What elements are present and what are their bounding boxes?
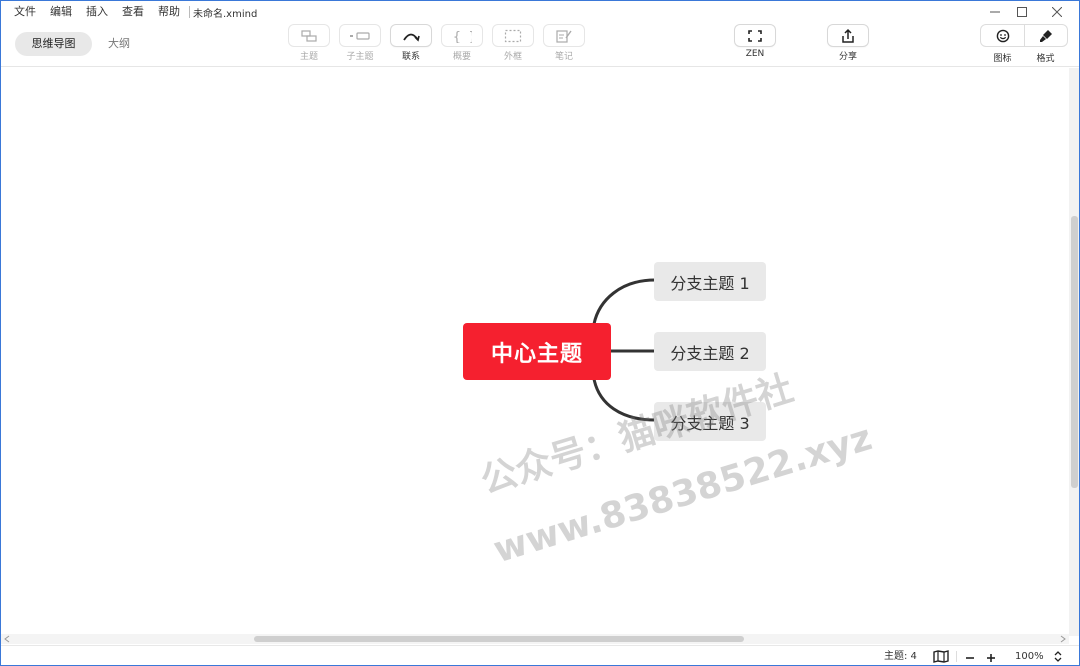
zoom-in-button[interactable] bbox=[985, 651, 997, 665]
mindmap-canvas[interactable]: 中心主题 分支主题 1 分支主题 2 分支主题 3 公众号：猫咪软件社 www.… bbox=[1, 68, 1069, 636]
fullscreen-icon bbox=[748, 29, 762, 42]
summary-icon: { } bbox=[453, 30, 472, 43]
summary-button[interactable]: { } 概要 bbox=[442, 23, 482, 67]
topic-icon bbox=[301, 29, 317, 42]
subtopic-button[interactable]: 子主题 bbox=[340, 23, 380, 67]
minus-icon bbox=[966, 657, 974, 659]
document-title: 未命名.xmind bbox=[193, 8, 258, 20]
book-icon bbox=[933, 650, 949, 663]
boundary-icon bbox=[504, 29, 522, 42]
outline-map-button[interactable] bbox=[933, 650, 949, 665]
menu-view[interactable]: 查看 bbox=[115, 1, 151, 23]
zen-label: ZEN bbox=[745, 49, 765, 59]
branch-topic-2[interactable]: 分支主题 2 bbox=[654, 332, 766, 371]
brush-icon bbox=[1040, 29, 1052, 42]
menu-edit[interactable]: 编辑 bbox=[43, 1, 79, 23]
format-label: 格式 bbox=[1036, 54, 1055, 64]
updown-chevron-icon bbox=[1054, 651, 1062, 662]
icon-panel-button[interactable] bbox=[981, 25, 1024, 46]
horizontal-scrollbar[interactable] bbox=[1, 634, 1069, 644]
plus-icon bbox=[987, 654, 995, 662]
app-window: 文件 编辑 插入 查看 帮助 未命名.xmind 思维导图 大纲 主题 子主题 bbox=[0, 0, 1080, 666]
zoom-dropdown[interactable] bbox=[1053, 650, 1063, 665]
vertical-scrollbar[interactable] bbox=[1069, 68, 1079, 636]
topic-button[interactable]: 主题 bbox=[289, 23, 329, 67]
menu-divider bbox=[189, 6, 190, 18]
zoom-level: 100% bbox=[1015, 651, 1044, 662]
note-icon bbox=[556, 29, 572, 43]
maximize-button[interactable] bbox=[1005, 1, 1039, 23]
zoom-out-button[interactable] bbox=[964, 651, 976, 665]
central-topic[interactable]: 中心主题 bbox=[463, 323, 611, 380]
note-button[interactable]: 笔记 bbox=[544, 23, 584, 67]
status-bar: 主题: 4 100% bbox=[1, 645, 1079, 665]
panel-toggle-group bbox=[981, 25, 1067, 46]
menu-file[interactable]: 文件 bbox=[1, 1, 43, 23]
topic-count: 主题: 4 bbox=[884, 651, 917, 662]
branch-topic-1[interactable]: 分支主题 1 bbox=[654, 262, 766, 301]
zen-button[interactable]: ZEN bbox=[735, 23, 775, 67]
view-switch: 思维导图 大纲 bbox=[15, 32, 157, 56]
share-label: 分享 bbox=[838, 52, 857, 62]
relationship-button[interactable]: 联系 bbox=[391, 23, 431, 67]
svg-text:{ }: { } bbox=[453, 30, 472, 43]
tab-outline[interactable]: 大纲 bbox=[95, 32, 143, 56]
status-divider bbox=[956, 651, 957, 662]
note-label: 笔记 bbox=[554, 52, 573, 62]
menu-help[interactable]: 帮助 bbox=[151, 1, 187, 23]
subtopic-icon bbox=[350, 31, 370, 40]
share-button[interactable]: 分享 bbox=[828, 23, 868, 67]
branch-topic-3[interactable]: 分支主题 3 bbox=[654, 402, 766, 441]
toolbar: 思维导图 大纲 主题 子主题 联系 { } 概要 外框 笔记 bbox=[1, 23, 1079, 67]
horizontal-scroll-thumb[interactable] bbox=[254, 636, 744, 642]
format-panel-button[interactable] bbox=[1024, 25, 1067, 46]
close-icon bbox=[1052, 7, 1062, 17]
connector-1 bbox=[592, 278, 656, 325]
vertical-scroll-thumb[interactable] bbox=[1071, 216, 1078, 488]
minimize-icon bbox=[990, 11, 1000, 13]
smiley-icon bbox=[996, 29, 1009, 42]
boundary-button[interactable]: 外框 bbox=[493, 23, 533, 67]
maximize-icon bbox=[1017, 7, 1027, 17]
menu-bar: 文件 编辑 插入 查看 帮助 未命名.xmind bbox=[1, 1, 1079, 23]
connector-3 bbox=[592, 378, 656, 422]
icon-label: 图标 bbox=[993, 54, 1012, 64]
scroll-left-icon[interactable] bbox=[3, 634, 11, 644]
scroll-right-icon[interactable] bbox=[1059, 634, 1067, 644]
menu-insert[interactable]: 插入 bbox=[79, 1, 115, 23]
share-icon bbox=[842, 28, 854, 43]
relationship-icon bbox=[403, 33, 420, 42]
tab-mindmap[interactable]: 思维导图 bbox=[15, 32, 92, 56]
close-button[interactable] bbox=[1040, 1, 1074, 23]
